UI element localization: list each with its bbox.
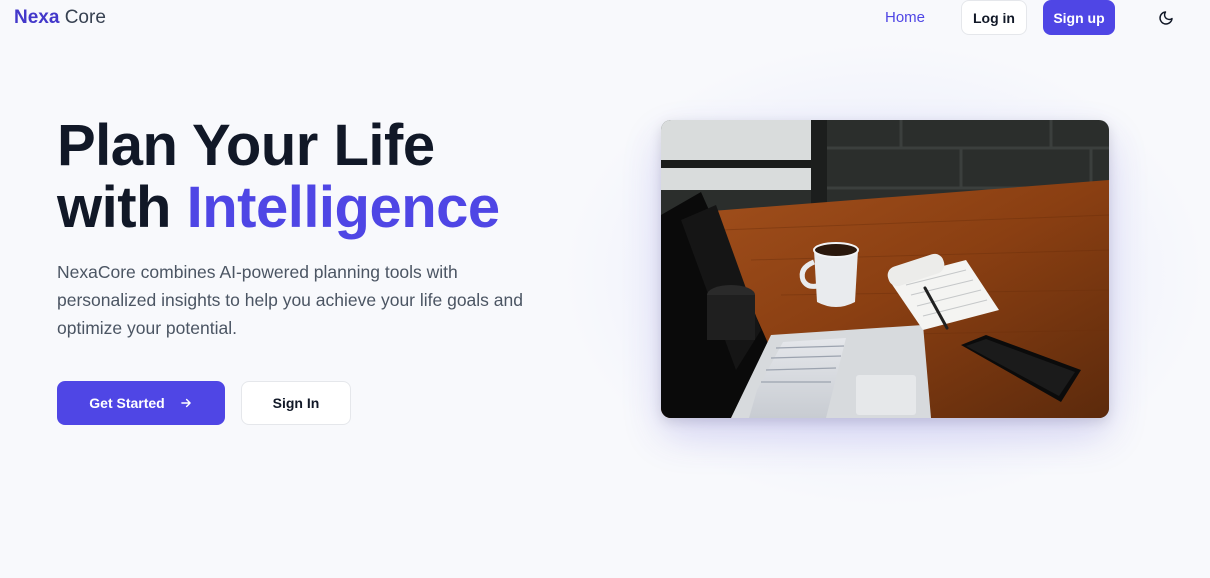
nav-link-home[interactable]: Home <box>885 8 925 28</box>
arrow-right-icon <box>180 398 191 408</box>
hero-description: NexaCore combines AI-powered planning to… <box>57 262 523 338</box>
theme-toggle-button[interactable] <box>1153 5 1179 31</box>
hero-title-accent: Intelligence <box>186 175 501 240</box>
get-started-label: Get Started <box>89 395 165 411</box>
login-button[interactable]: Log in <box>961 0 1027 35</box>
hero-title-line1: Plan Your Life <box>57 113 435 178</box>
hero-image <box>661 120 1109 418</box>
signup-button[interactable]: Sign up <box>1043 0 1115 35</box>
brand-name-bold: Nexa <box>14 7 60 28</box>
brand-name-light: Core <box>64 7 106 28</box>
hero-title-with: with <box>57 175 187 240</box>
moon-icon <box>1159 11 1173 25</box>
top-nav: Nexa Core Home Log in Sign up <box>0 0 1210 36</box>
get-started-button[interactable]: Get Started <box>57 381 225 425</box>
hero-title: Plan Your Life with Intelligence <box>57 115 500 239</box>
brand-logo[interactable]: Nexa Core <box>14 7 106 29</box>
landing-page: Nexa Core Home Log in Sign up Plan Your … <box>0 0 1210 578</box>
sign-in-button[interactable]: Sign In <box>241 381 351 425</box>
